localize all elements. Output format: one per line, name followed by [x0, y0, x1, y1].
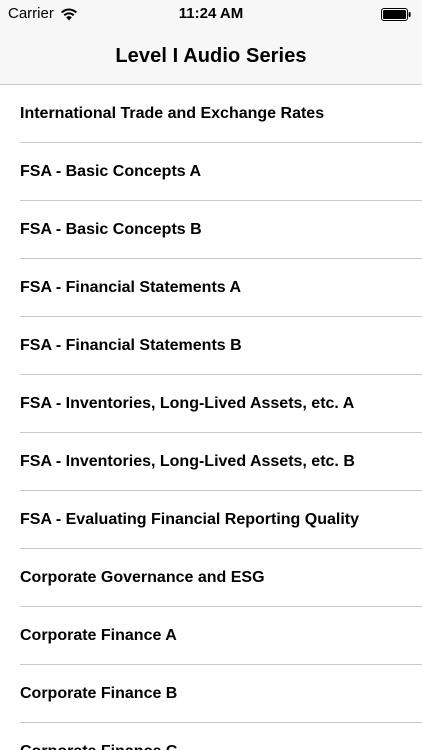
- list-item[interactable]: International Trade and Exchange Rates: [0, 85, 422, 143]
- list-item-label: FSA - Basic Concepts B: [20, 221, 202, 238]
- list-item[interactable]: FSA - Basic Concepts B: [0, 201, 422, 259]
- status-bar: Carrier 11:24 AM: [0, 0, 422, 29]
- list-item-label: International Trade and Exchange Rates: [20, 105, 325, 122]
- list-item-label: FSA - Financial Statements A: [20, 279, 242, 296]
- list-item[interactable]: FSA - Financial Statements A: [0, 259, 422, 317]
- list-item-label: Corporate Finance A: [20, 627, 177, 644]
- list-item[interactable]: FSA - Inventories, Long-Lived Assets, et…: [0, 375, 422, 433]
- list-item-label: Corporate Finance B: [20, 685, 178, 702]
- list-item-label: FSA - Inventories, Long-Lived Assets, et…: [20, 453, 355, 470]
- app-screen: Carrier 11:24 AM Level I Audio Series In…: [0, 0, 422, 750]
- list-item[interactable]: FSA - Evaluating Financial Reporting Qua…: [0, 491, 422, 549]
- navigation-bar: Level I Audio Series: [0, 29, 422, 85]
- battery-icon: [381, 8, 411, 21]
- list-item-label: FSA - Inventories, Long-Lived Assets, et…: [20, 395, 355, 412]
- list-item[interactable]: Corporate Finance A: [0, 607, 422, 665]
- list-item-label: FSA - Financial Statements B: [20, 337, 242, 354]
- audio-series-list: International Trade and Exchange Rates F…: [0, 85, 422, 750]
- list-item-label: FSA - Evaluating Financial Reporting Qua…: [20, 511, 359, 528]
- list-item[interactable]: Corporate Finance C: [0, 723, 422, 750]
- list-item-label: FSA - Basic Concepts A: [20, 163, 202, 180]
- list-item[interactable]: FSA - Basic Concepts A: [0, 143, 422, 201]
- page-title: Level I Audio Series: [115, 45, 307, 67]
- list-item[interactable]: FSA - Inventories, Long-Lived Assets, et…: [0, 433, 422, 491]
- status-time: 11:24 AM: [178, 5, 244, 22]
- list-item[interactable]: Corporate Finance B: [0, 665, 422, 723]
- list-item-label: Corporate Finance C: [20, 742, 177, 750]
- list-item-label: Corporate Governance and ESG: [20, 569, 265, 586]
- list-item[interactable]: Corporate Governance and ESG: [0, 549, 422, 607]
- list-item[interactable]: FSA - Financial Statements B: [0, 317, 422, 375]
